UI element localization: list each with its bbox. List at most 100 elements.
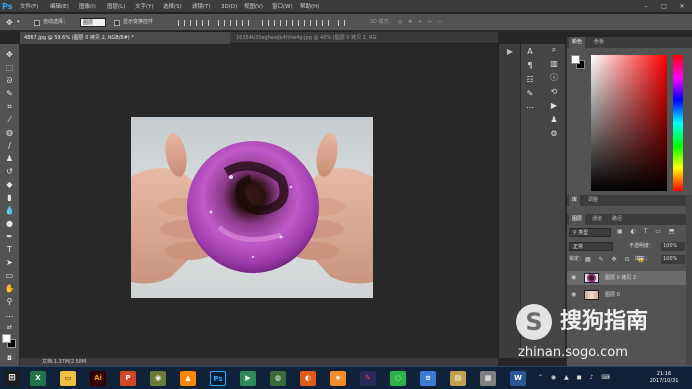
gradient-tool-icon[interactable]: ▮ [3,192,16,203]
tool-presets-icon[interactable]: ⚙ [547,128,561,140]
distribute-right-icon[interactable] [322,20,329,26]
shape-tool-icon[interactable]: ▭ [3,270,16,281]
blur-tool-icon[interactable]: 💧 [3,205,16,216]
distribute-top-icon[interactable] [262,20,269,26]
panel-scrollbar[interactable] [686,195,692,365]
3d-mode-icons[interactable]: ◎ ✥ ✦ ⇔ ▭ [398,17,444,28]
history-brush-tool-icon[interactable]: ↺ [3,166,16,177]
minimize-icon[interactable]: – [638,2,654,11]
clock[interactable]: 21:16 2017/10/31 [642,371,686,387]
hand-tool-icon[interactable]: ✋ [3,283,16,294]
character-panel-icon[interactable]: A [523,46,537,58]
tab-channels[interactable]: 通道 [589,214,605,225]
align-top-icon[interactable] [178,20,185,26]
lasso-tool-icon[interactable]: ᘐ [3,75,16,86]
path-select-tool-icon[interactable]: ➤ [3,257,16,268]
pen-tool-icon[interactable]: ✒ [3,231,16,242]
brush-presets-icon[interactable]: ✎ [523,88,537,100]
swap-colors-icon[interactable]: ⇄ [3,322,16,333]
close-icon[interactable]: ✕ [674,2,690,11]
document-canvas[interactable] [131,117,373,298]
glyphs-panel-icon[interactable]: ⋯ [523,102,537,114]
show-transform-checkbox[interactable] [114,20,120,26]
healing-brush-tool-icon[interactable]: ◍ [3,127,16,138]
distribute-hcenter-icon[interactable] [310,20,317,26]
quick-select-tool-icon[interactable]: ✎ [3,88,16,99]
layer-filter-icons[interactable]: ▣ ◐ T ▭ ⬒ [617,228,678,235]
game-icon[interactable]: ◉ [150,371,166,386]
paragraph-panel-icon[interactable]: ¶ [523,60,537,72]
visibility-eye-icon[interactable]: ◉ [571,271,576,285]
properties-panel-icon[interactable]: ☷ [523,74,537,86]
align-vcenter-icon[interactable] [190,20,197,26]
crop-tool-icon[interactable]: ⌗ [3,101,16,112]
tab-paths[interactable]: 路径 [609,214,625,225]
navigator-panel-icon[interactable]: ⌕ [547,44,561,56]
align-right-icon[interactable] [242,20,249,26]
align-bottom-icon[interactable] [202,20,209,26]
wifi-icon[interactable]: ≋ [420,371,436,386]
menu-image[interactable]: 图像(I) [79,2,96,12]
color-swatches[interactable] [2,334,18,350]
blend-mode-dropdown[interactable]: 正常 [569,242,613,251]
info-panel-icon[interactable]: ⓘ [547,72,561,84]
brush-tool-icon[interactable]: ∕ [3,140,16,151]
tab-document-2[interactable]: 16354b33eghewjb4hhw4g.jpg @ 40% (图层 0 拷贝… [232,32,377,44]
tab-document-1[interactable]: 4867.jpg @ 59.6% (图层 0 拷贝 2, RGB/8#) * [20,32,230,44]
maximize-icon[interactable]: □ [656,2,672,11]
menu-filter[interactable]: 滤镜(T) [192,2,211,12]
vlc-icon[interactable]: ▲ [180,371,196,386]
menu-edit[interactable]: 编辑(E) [50,2,69,12]
play-icon[interactable]: ▶ [503,46,517,58]
powerpoint-icon[interactable]: P [120,371,136,386]
actions-panel-icon[interactable]: ▶ [547,100,561,112]
marquee-tool-icon[interactable]: ⬚ [3,62,16,73]
app-icon[interactable]: ◌ [390,371,406,386]
foreground-color-chip[interactable] [571,55,580,64]
quick-mask-icon[interactable]: ◘ [3,353,16,364]
photoshop-icon[interactable]: Ps [210,371,226,386]
word-icon[interactable]: W [510,371,526,386]
menu-select[interactable]: 选择(S) [163,2,182,12]
clone-stamp-tool-icon[interactable]: ♟ [3,153,16,164]
store-icon[interactable]: ★ [330,371,346,386]
fill-field[interactable]: 100% [661,255,685,264]
menu-type[interactable]: 文字(Y) [135,2,154,12]
file-manager-icon[interactable]: ▦ [480,371,496,386]
opacity-field[interactable]: 100% [661,242,685,251]
firefox-icon[interactable]: ◐ [300,371,316,386]
menu-file[interactable]: 文件(F) [20,2,38,12]
align-left-icon[interactable] [218,20,225,26]
menu-help[interactable]: 帮助(H) [300,2,319,12]
tab-adjustments[interactable]: 调整 [585,195,601,206]
layer-filter-dropdown[interactable]: ⚲ 类型 [569,228,611,237]
menu-layer[interactable]: 图层(L) [107,2,125,12]
distribute-vcenter-icon[interactable] [274,20,281,26]
foreground-color-swatch[interactable] [2,334,11,343]
eraser-tool-icon[interactable]: ◆ [3,179,16,190]
auto-select-dropdown[interactable]: 图层 [80,18,106,27]
menu-window[interactable]: 窗口(W) [272,2,293,12]
menu-3d[interactable]: 3D(D) [221,2,237,12]
dodge-tool-icon[interactable]: ● [3,218,16,229]
align-hcenter-icon[interactable] [230,20,237,26]
distribute-bottom-icon[interactable] [286,20,293,26]
more-tools-icon[interactable]: … [3,309,16,320]
layer-row[interactable]: ◉ 图层 0 拷贝 2 [567,271,687,285]
tool-preset-chevron-icon[interactable]: ▾ [17,17,20,28]
distribute-left-icon[interactable] [298,20,305,26]
tab-color[interactable]: 颜色 [569,37,586,48]
type-tool-icon[interactable]: T [3,244,16,255]
excel-icon[interactable]: X [30,371,46,386]
files-icon[interactable]: ▤ [450,371,466,386]
menu-view[interactable]: 视图(V) [244,2,263,12]
illustrator-icon[interactable]: Ai [90,371,106,386]
auto-align-icon[interactable] [338,20,345,26]
history-panel-icon[interactable]: ⟲ [547,86,561,98]
zoom-tool-icon[interactable]: ⚲ [3,296,16,307]
auto-select-checkbox[interactable] [34,20,40,26]
system-tray-icons[interactable]: ⌃ ◉ ▲ ◼ ♪ ⌨ [538,374,613,381]
tab-layers[interactable]: 图层 [569,214,586,225]
browser-globe-icon[interactable]: ◍ [270,371,286,386]
eyedropper-tool-icon[interactable]: ⁄ [3,114,16,125]
